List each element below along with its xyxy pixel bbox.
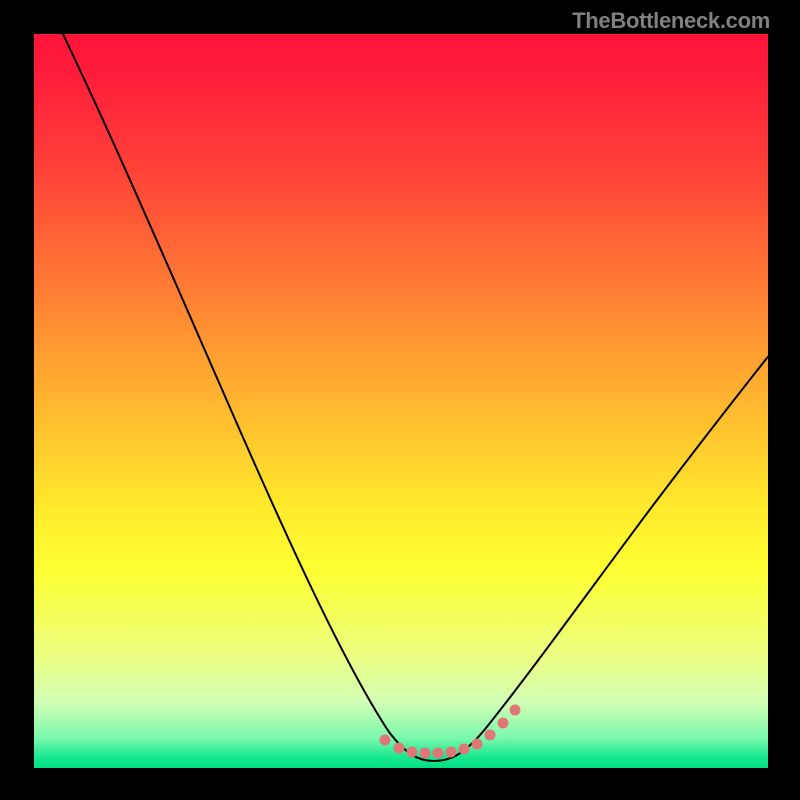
highlight-dot (510, 705, 521, 716)
highlight-dot (380, 735, 391, 746)
attribution-text: TheBottleneck.com (572, 8, 770, 34)
highlight-dot (394, 743, 405, 754)
curve-layer (34, 34, 768, 768)
highlight-dot (498, 718, 509, 729)
highlight-dot (459, 744, 470, 755)
highlight-dot (420, 748, 431, 759)
plot-area (34, 34, 768, 768)
highlight-dot (407, 747, 418, 758)
highlight-dot (485, 730, 496, 741)
highlight-dot (472, 739, 483, 750)
chart-frame: TheBottleneck.com (0, 0, 800, 800)
highlight-dot (433, 748, 444, 759)
highlight-dot (446, 747, 457, 758)
bottleneck-curve (34, 34, 768, 761)
